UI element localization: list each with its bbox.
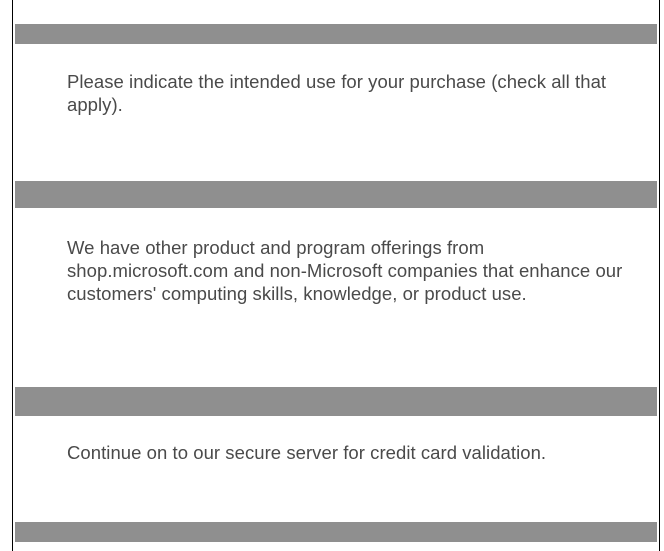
section-divider-1 — [15, 24, 657, 44]
secure-server-note: Continue on to our secure server for cre… — [67, 442, 547, 463]
intended-use-prompt: Please indicate the intended use for you… — [67, 71, 607, 115]
section-divider-4 — [15, 522, 657, 542]
section-divider-2 — [15, 181, 657, 208]
offerings-description: We have other product and program offeri… — [67, 237, 623, 304]
section-divider-3 — [15, 387, 657, 416]
